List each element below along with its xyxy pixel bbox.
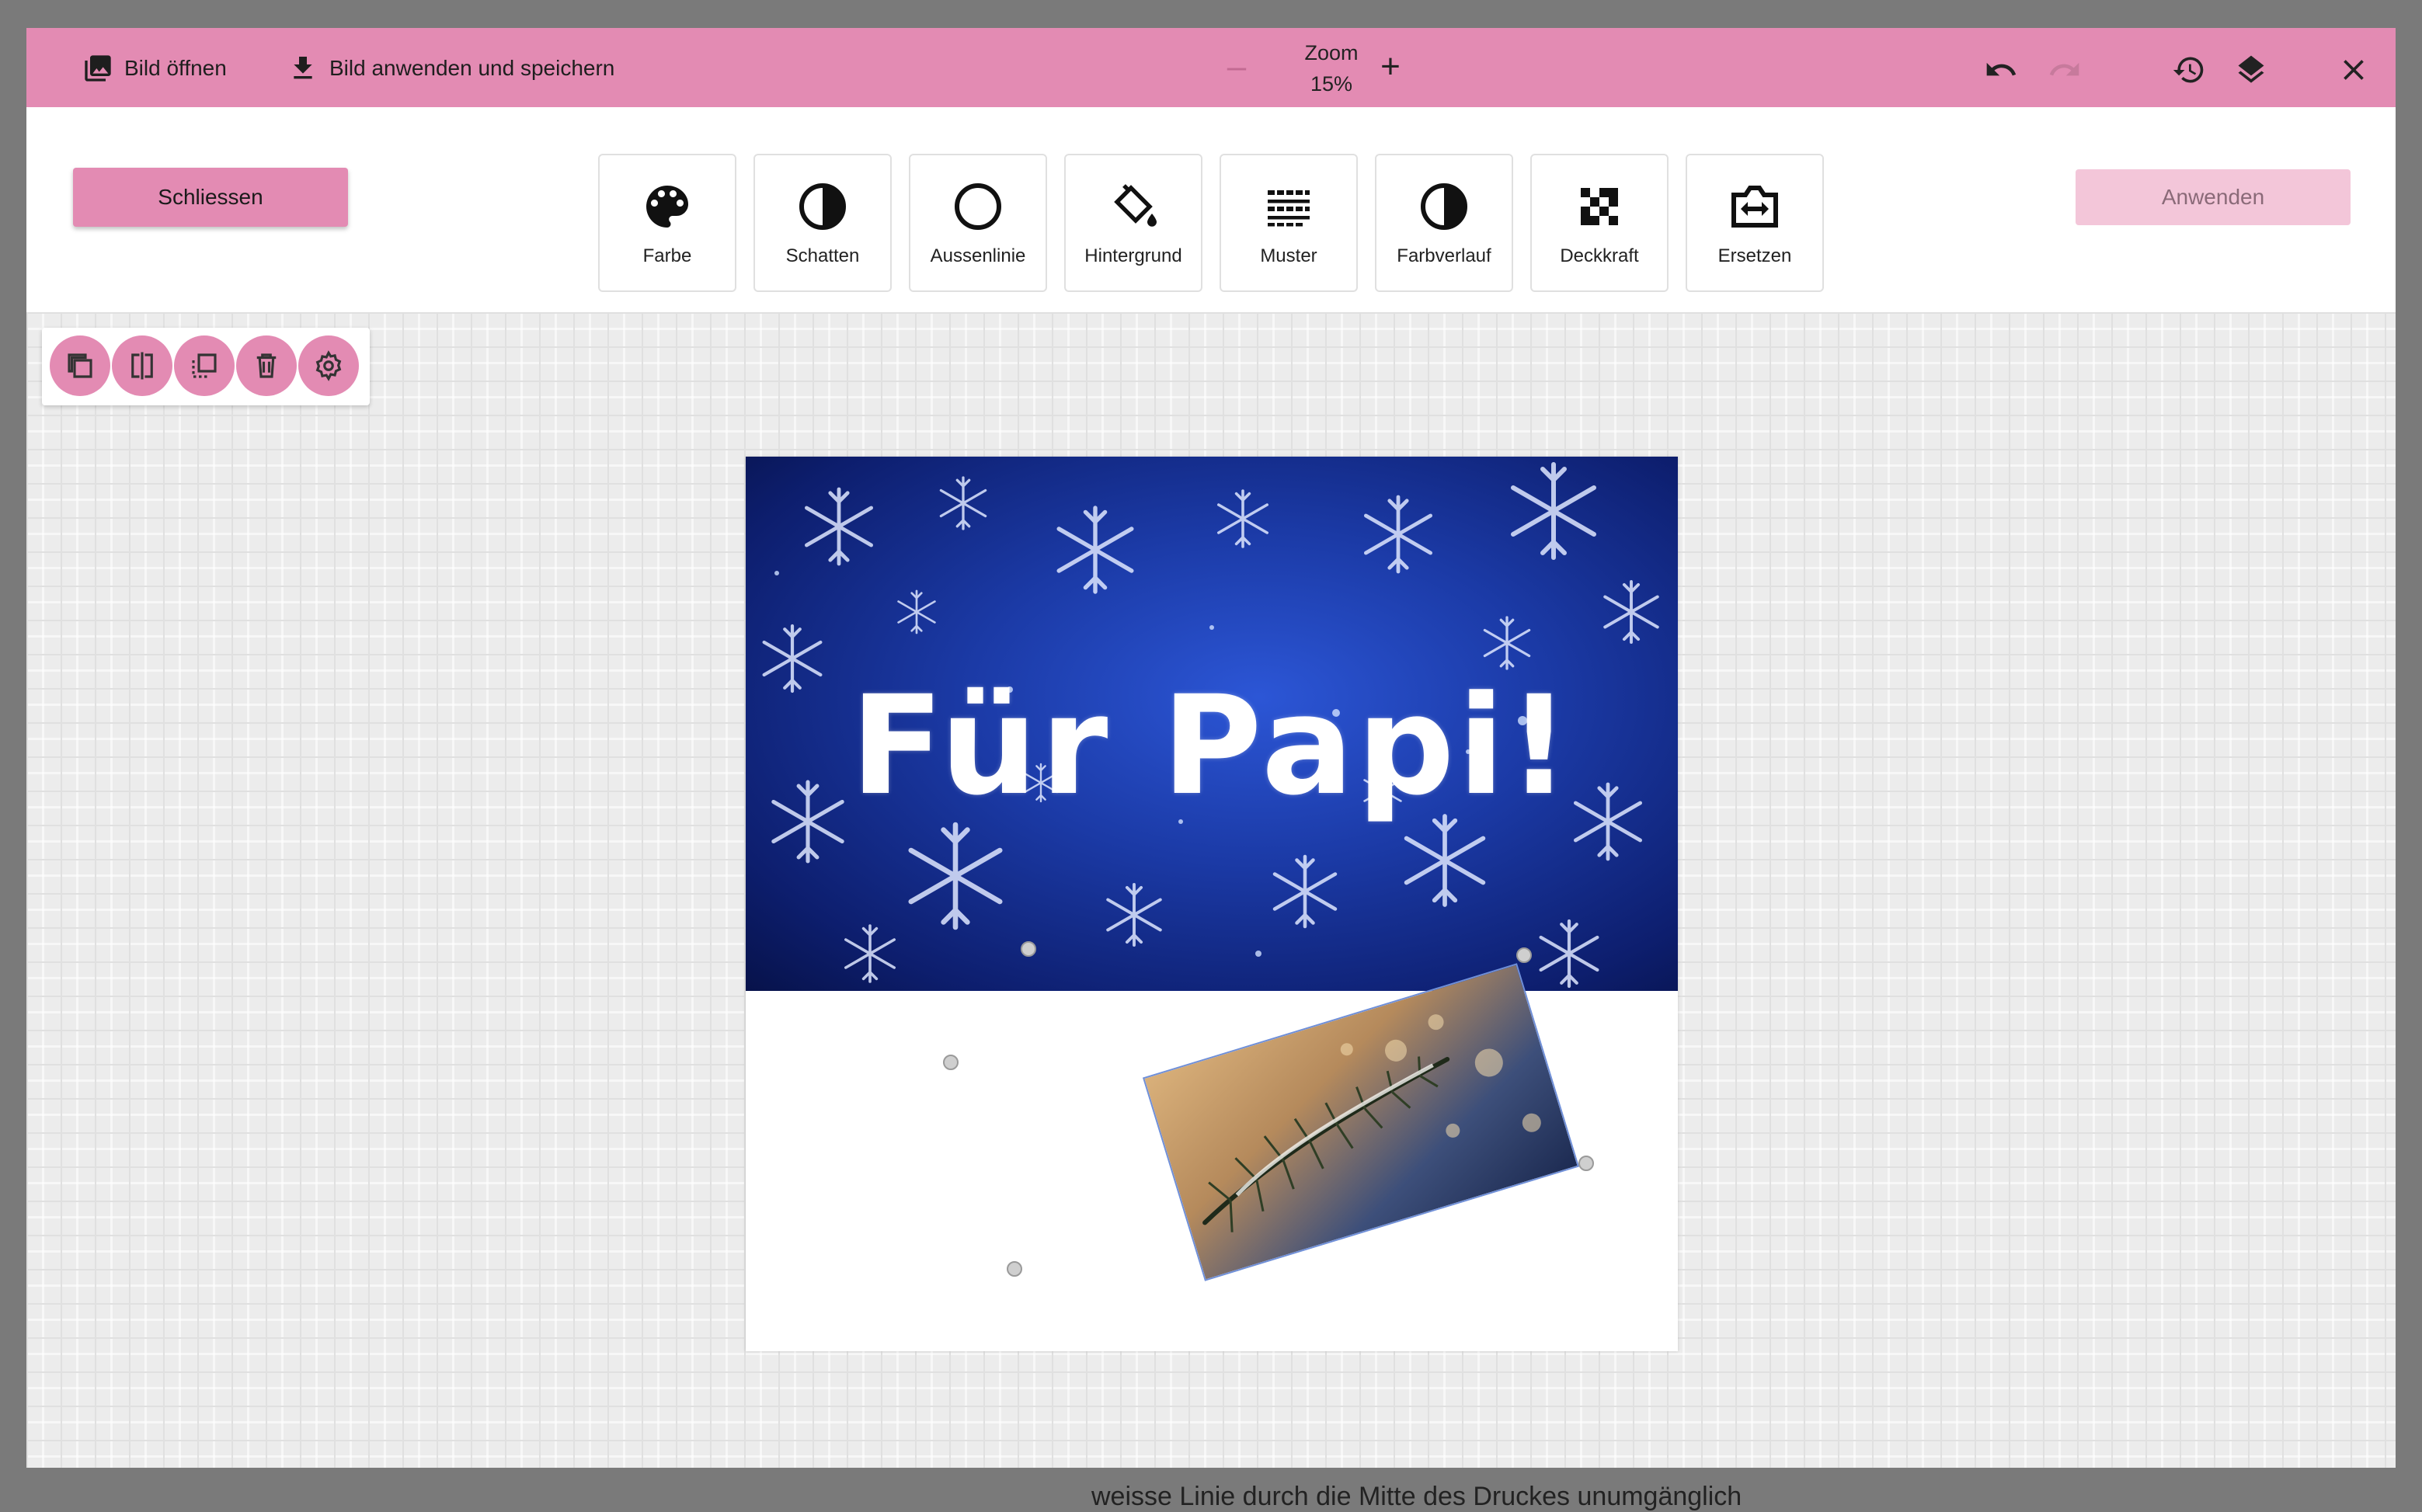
redo-icon bbox=[2049, 62, 2079, 76]
tool-shadow-label: Schatten bbox=[785, 245, 860, 266]
flip-button[interactable] bbox=[112, 335, 172, 396]
delete-icon bbox=[256, 353, 277, 378]
fir-branch-photo bbox=[1144, 965, 1578, 1280]
rotate-handle[interactable] bbox=[1021, 941, 1036, 957]
contrast-icon bbox=[799, 183, 846, 230]
settings-button[interactable] bbox=[298, 335, 359, 396]
zoom-out-button[interactable]: – bbox=[1218, 47, 1255, 85]
checkerboard-icon bbox=[1581, 188, 1618, 225]
circle-outline-icon bbox=[955, 183, 1001, 230]
tool-pattern-label: Muster bbox=[1260, 245, 1317, 266]
tool-gradient[interactable]: Farbverlauf bbox=[1375, 154, 1513, 292]
editor-topbar: Bild öffnen Bild anwenden und speichern … bbox=[26, 28, 2396, 108]
close-icon bbox=[2344, 60, 2364, 80]
open-image-label: Bild öffnen bbox=[124, 56, 227, 80]
tool-outline[interactable]: Aussenlinie bbox=[909, 154, 1047, 292]
snowflake-photo[interactable]: Für Papi! bbox=[746, 457, 1678, 991]
tool-opacity[interactable]: Deckkraft bbox=[1530, 154, 1669, 292]
card-headline[interactable]: Für Papi! bbox=[746, 666, 1678, 826]
design-card[interactable]: Für Papi! bbox=[746, 457, 1678, 1351]
undo-button[interactable] bbox=[1982, 51, 2020, 89]
close-editor-button[interactable] bbox=[2335, 51, 2372, 89]
flip-icon bbox=[131, 352, 153, 380]
undo-icon bbox=[1986, 62, 2017, 76]
duplicate-icon bbox=[68, 353, 92, 378]
layers-button[interactable] bbox=[2232, 51, 2270, 89]
apply-button[interactable]: Anwenden bbox=[2076, 169, 2351, 225]
tool-background[interactable]: Hintergrund bbox=[1064, 154, 1202, 292]
resize-handle-bottom-left[interactable] bbox=[1007, 1261, 1022, 1277]
delete-button[interactable] bbox=[236, 335, 297, 396]
resize-handle-top-right[interactable] bbox=[1516, 947, 1532, 963]
duplicate-button[interactable] bbox=[50, 335, 110, 396]
image-library-icon bbox=[85, 55, 111, 82]
paint-bucket-icon bbox=[1114, 184, 1157, 227]
redo-button[interactable] bbox=[2046, 51, 2083, 89]
settings-icon bbox=[315, 350, 342, 381]
download-icon bbox=[294, 57, 312, 79]
tool-background-label: Hintergrund bbox=[1084, 245, 1182, 266]
resize-handle-bottom-right[interactable] bbox=[1578, 1156, 1594, 1171]
editor-canvas[interactable]: Für Papi! bbox=[26, 312, 2396, 1468]
tool-row: Schliessen Farbe Schatten Aussenlinie Hi… bbox=[26, 107, 2396, 314]
close-button[interactable]: Schliessen bbox=[73, 168, 348, 227]
background-page-text: weisse Linie durch die Mitte des Druckes… bbox=[1091, 1482, 1742, 1511]
fir-branch-image[interactable] bbox=[1143, 962, 1579, 1282]
tool-replace-label: Ersetzen bbox=[1717, 245, 1792, 266]
tool-gradient-label: Farbverlauf bbox=[1397, 245, 1491, 266]
history-icon bbox=[2173, 57, 2204, 83]
apply-and-save-button[interactable]: Bild anwenden und speichern bbox=[287, 51, 614, 85]
zoom-in-button[interactable]: + bbox=[1372, 47, 1409, 85]
layers-icon bbox=[2238, 55, 2264, 83]
palette-icon bbox=[646, 186, 688, 228]
apply-and-save-label: Bild anwenden und speichern bbox=[329, 56, 615, 80]
swap-image-icon bbox=[1731, 186, 1778, 228]
resize-handle-top-left[interactable] bbox=[943, 1055, 959, 1070]
history-button[interactable] bbox=[2170, 51, 2208, 89]
tool-outline-label: Aussenlinie bbox=[930, 245, 1026, 266]
send-back-button[interactable] bbox=[174, 335, 235, 396]
pattern-icon bbox=[1268, 190, 1310, 227]
tool-opacity-label: Deckkraft bbox=[1560, 245, 1639, 266]
send-back-icon bbox=[192, 353, 217, 378]
tool-color[interactable]: Farbe bbox=[598, 154, 736, 292]
image-editor-modal: Bild öffnen Bild anwenden und speichern … bbox=[26, 28, 2396, 1468]
tool-pattern[interactable]: Muster bbox=[1220, 154, 1358, 292]
tool-shadow[interactable]: Schatten bbox=[753, 154, 892, 292]
open-image-button[interactable]: Bild öffnen bbox=[82, 51, 227, 85]
tool-color-label: Farbe bbox=[642, 245, 692, 266]
tool-replace[interactable]: Ersetzen bbox=[1686, 154, 1824, 292]
gradient-icon bbox=[1421, 183, 1467, 230]
object-context-toolbar bbox=[42, 328, 370, 405]
